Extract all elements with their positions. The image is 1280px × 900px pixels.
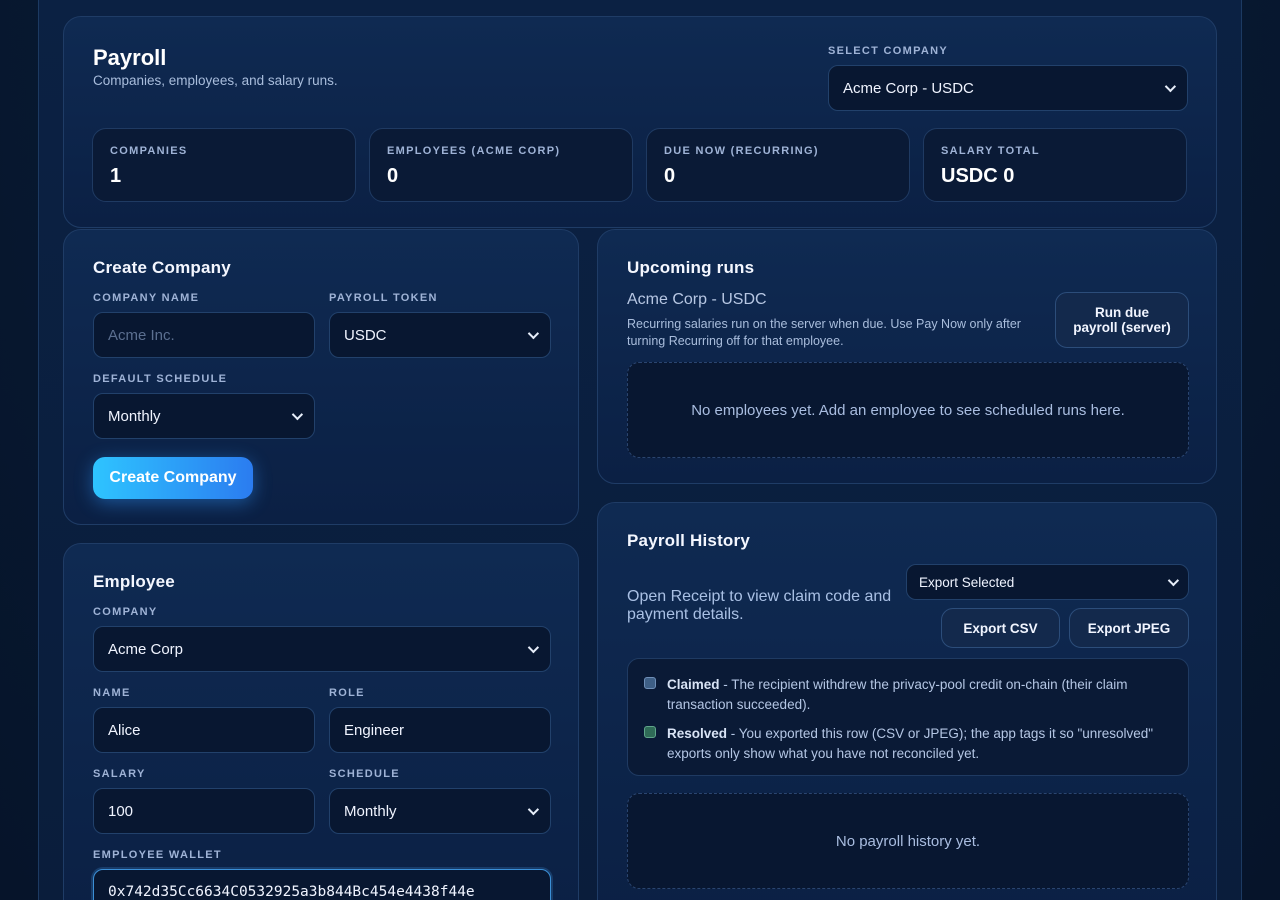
select-company-dropdown[interactable]: Acme Corp - USDC (828, 65, 1188, 111)
payroll-history-title: Payroll History (627, 531, 750, 550)
page-subtitle: Companies, employees, and salary runs. (93, 73, 338, 88)
chevron-down-icon (527, 327, 540, 340)
employee-role-label: ROLE (329, 687, 365, 699)
employee-name-input[interactable]: Alice (93, 707, 315, 753)
chevron-down-icon (1164, 80, 1177, 93)
export-csv-button[interactable]: Export CSV (941, 608, 1060, 648)
history-empty-state: No payroll history yet. (627, 793, 1189, 889)
employee-wallet-input[interactable]: 0x742d35Cc6634C0532925a3b844Bc454e4438f4… (93, 869, 551, 900)
legend-resolved: Resolved - You exported this row (CSV or… (644, 724, 1174, 764)
chevron-down-icon (1167, 574, 1180, 587)
legend-resolved-text: - You exported this row (CSV or JPEG); t… (667, 726, 1154, 761)
company-name-label: COMPANY NAME (93, 292, 200, 304)
chevron-down-icon (527, 641, 540, 654)
resolved-swatch (644, 726, 656, 738)
stat-salary-total: SALARY TOTAL USDC 0 (923, 128, 1187, 202)
create-company-button[interactable]: Create Company (93, 457, 253, 499)
legend-claimed-text: - The recipient withdrew the privacy-poo… (667, 677, 1128, 712)
payroll-token-value: USDC (344, 326, 387, 344)
employee-name-value: Alice (108, 721, 141, 739)
upcoming-runs-card: Upcoming runs Acme Corp - USDC Recurring… (597, 229, 1217, 484)
employee-schedule-label: SCHEDULE (329, 768, 400, 780)
upcoming-company: Acme Corp - USDC (627, 291, 767, 308)
stat-label: COMPANIES (110, 145, 188, 157)
stat-employees: EMPLOYEES (ACME CORP) 0 (369, 128, 633, 202)
stat-value: 1 (110, 165, 122, 187)
employee-salary-label: SALARY (93, 768, 146, 780)
history-hint: Open Receipt to view claim code and paym… (627, 588, 892, 623)
payroll-history-card: Payroll History Open Receipt to view cla… (597, 502, 1217, 900)
create-company-title: Create Company (93, 258, 231, 277)
select-company-value: Acme Corp - USDC (843, 79, 974, 97)
payroll-token-select[interactable]: USDC (329, 312, 551, 358)
employee-salary-value: 100 (108, 802, 134, 820)
employee-company-label: COMPANY (93, 606, 158, 618)
employee-name-label: NAME (93, 687, 131, 699)
stat-value: USDC 0 (941, 165, 1015, 187)
export-jpeg-button[interactable]: Export JPEG (1069, 608, 1189, 648)
stat-due-now: DUE NOW (RECURRING) 0 (646, 128, 910, 202)
upcoming-empty-state: No employees yet. Add an employee to see… (627, 362, 1189, 458)
stat-label: EMPLOYEES (ACME CORP) (387, 145, 561, 157)
default-schedule-value: Monthly (108, 407, 161, 425)
stat-label: SALARY TOTAL (941, 145, 1040, 157)
employee-card: Employee COMPANY Acme Corp NAME Alice RO… (63, 543, 579, 900)
payroll-token-label: PAYROLL TOKEN (329, 292, 438, 304)
stat-companies: COMPANIES 1 (92, 128, 356, 202)
claimed-swatch (644, 677, 656, 689)
chevron-down-icon (527, 803, 540, 816)
legend-claimed-term: Claimed (667, 677, 720, 692)
status-legend: Claimed - The recipient withdrew the pri… (627, 658, 1189, 776)
select-company-label: SELECT COMPANY (828, 45, 949, 57)
create-company-card: Create Company COMPANY NAME Acme Inc. PA… (63, 229, 579, 525)
employee-schedule-value: Monthly (344, 802, 397, 820)
export-select-dropdown[interactable]: Export Selected (906, 564, 1189, 600)
company-name-input[interactable]: Acme Inc. (93, 312, 315, 358)
employee-title: Employee (93, 572, 175, 591)
employee-schedule-select[interactable]: Monthly (329, 788, 551, 834)
chevron-down-icon (291, 408, 304, 421)
legend-resolved-term: Resolved (667, 726, 728, 741)
employee-company-value: Acme Corp (108, 640, 184, 658)
employee-role-input[interactable]: Engineer (329, 707, 551, 753)
legend-claimed: Claimed - The recipient withdrew the pri… (644, 675, 1174, 715)
stat-value: 0 (387, 165, 399, 187)
employee-wallet-label: EMPLOYEE WALLET (93, 849, 222, 861)
employee-salary-input[interactable]: 100 (93, 788, 315, 834)
default-schedule-select[interactable]: Monthly (93, 393, 315, 439)
upcoming-note: Recurring salaries run on the server whe… (627, 317, 1021, 348)
run-due-payroll-button[interactable]: Run due payroll (server) (1055, 292, 1189, 348)
employee-role-value: Engineer (344, 721, 405, 739)
company-name-placeholder: Acme Inc. (108, 326, 175, 344)
page-title: Payroll (93, 45, 167, 70)
upcoming-runs-title: Upcoming runs (627, 258, 755, 277)
export-select-value: Export Selected (919, 574, 1015, 590)
employee-wallet-value: 0x742d35Cc6634C0532925a3b844Bc454e4438f4… (108, 884, 475, 900)
default-schedule-label: DEFAULT SCHEDULE (93, 373, 228, 385)
stat-value: 0 (664, 165, 676, 187)
stat-label: DUE NOW (RECURRING) (664, 145, 819, 157)
employee-company-select[interactable]: Acme Corp (93, 626, 551, 672)
